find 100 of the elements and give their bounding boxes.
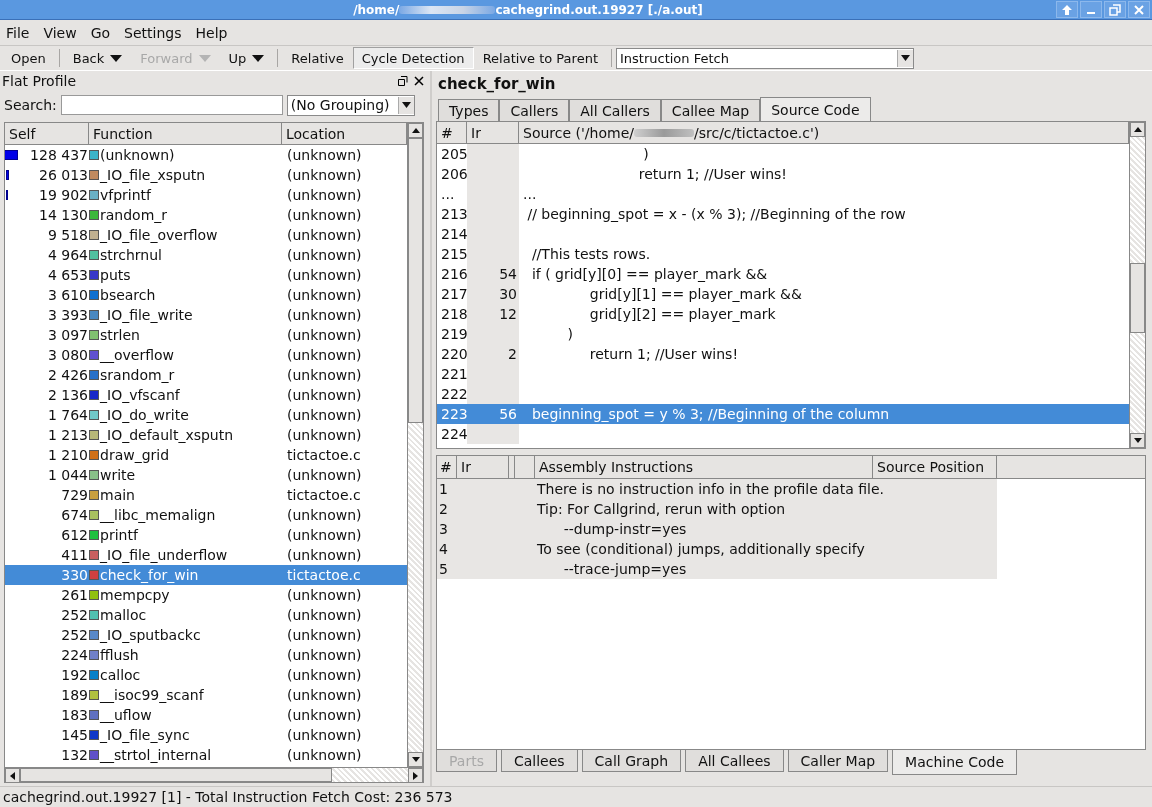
function-row[interactable]: 729 main tictactoe.c [5, 485, 407, 505]
close-button[interactable] [1128, 1, 1150, 18]
column-header[interactable]: Function [89, 123, 282, 144]
source-row[interactable]: 216 54 if ( grid[y][0] == player_mark && [437, 264, 1129, 284]
source-row[interactable]: 205 ) [437, 144, 1129, 164]
source-row[interactable]: 213 // beginning_spot = x - (x % 3); //Beginning of the row [437, 204, 1129, 224]
function-row[interactable]: 1 210 draw_grid tictactoe.c [5, 445, 407, 465]
function-row[interactable]: 3 393 _IO_file_write (unknown) [5, 305, 407, 325]
column-header[interactable]: Ir [457, 456, 509, 478]
function-row[interactable]: 3 080 __overflow (unknown) [5, 345, 407, 365]
menu-item[interactable]: Go [90, 24, 111, 41]
tab[interactable]: All Callees [685, 750, 784, 772]
grouping-combo[interactable]: (No Grouping) [286, 94, 415, 116]
cost-value: 729 [61, 487, 88, 503]
function-row[interactable]: 2 426 srandom_r (unknown) [5, 365, 407, 385]
source-row[interactable]: 214 [437, 224, 1129, 244]
column-header[interactable]: # [437, 122, 467, 143]
toolbar-toggle[interactable]: Relative to Parent [473, 47, 607, 69]
minimize-button[interactable] [1080, 1, 1102, 18]
tab[interactable]: Call Graph [581, 750, 682, 772]
toolbar-button[interactable]: Back [63, 47, 132, 69]
tab[interactable]: Callers [499, 99, 570, 121]
function-row[interactable]: 612 printf (unknown) [5, 525, 407, 545]
scroll-left-icon[interactable] [10, 771, 15, 780]
function-row[interactable]: 189 __isoc99_scanf (unknown) [5, 685, 407, 705]
function-row[interactable]: 261 mempcpy (unknown) [5, 585, 407, 605]
menu-item[interactable]: Settings [124, 24, 182, 41]
source-row[interactable]: 222 [437, 384, 1129, 404]
horizontal-scrollbar[interactable] [4, 768, 424, 783]
toolbar-toggle[interactable]: Cycle Detection [352, 47, 474, 69]
function-row[interactable]: 330 check_for_win tictactoe.c [5, 565, 407, 585]
search-field[interactable] [60, 95, 283, 115]
source-row[interactable]: 220 2 return 1; //User wins! [437, 344, 1129, 364]
function-row[interactable]: 674 __libc_memalign (unknown) [5, 505, 407, 525]
function-row[interactable]: 183 __uflow (unknown) [5, 705, 407, 725]
column-header[interactable]: Assembly Instructions [535, 456, 873, 478]
vertical-scrollbar[interactable] [1129, 122, 1145, 448]
column-header[interactable]: # [437, 456, 457, 478]
scroll-up-icon[interactable] [1133, 127, 1142, 132]
source-row[interactable]: 223 56 beginning_spot = y % 3; //Beginning of the column [437, 404, 1129, 424]
function-name: puts [100, 267, 131, 283]
vertical-scrollbar[interactable] [407, 123, 423, 767]
tab[interactable]: Types [438, 99, 500, 121]
toolbar-button[interactable]: Open [2, 47, 55, 69]
function-name: printf [100, 527, 138, 543]
function-row[interactable]: 4 653 puts (unknown) [5, 265, 407, 285]
tab[interactable]: Caller Map [787, 750, 889, 772]
function-row[interactable]: 411 _IO_file_underflow (unknown) [5, 545, 407, 565]
source-row[interactable]: 215 //This tests rows. [437, 244, 1129, 264]
function-row[interactable]: 4 964 strchrnul (unknown) [5, 245, 407, 265]
function-row[interactable]: 14 130 random_r (unknown) [5, 205, 407, 225]
menu-item[interactable]: View [43, 24, 77, 41]
function-row[interactable]: 1 044 write (unknown) [5, 465, 407, 485]
function-row[interactable]: 19 902 vfprintf (unknown) [5, 185, 407, 205]
function-row[interactable]: 224 fflush (unknown) [5, 645, 407, 665]
function-row[interactable]: 9 518 _IO_file_overflow (unknown) [5, 225, 407, 245]
function-row[interactable]: 192 calloc (unknown) [5, 665, 407, 685]
shade-button[interactable] [1056, 1, 1078, 18]
function-row[interactable]: 3 097 strlen (unknown) [5, 325, 407, 345]
function-row[interactable]: 26 013 _IO_file_xsputn (unknown) [5, 165, 407, 185]
tab[interactable]: Machine Code [892, 750, 1017, 775]
close-icon[interactable] [414, 76, 424, 86]
function-row[interactable]: 145 _IO_file_sync (unknown) [5, 725, 407, 745]
function-row[interactable]: 2 136 _IO_vfscanf (unknown) [5, 385, 407, 405]
code-line: beginning_spot = y % 3; //Beginning of the column [530, 406, 890, 422]
toolbar-toggle[interactable]: Relative [282, 47, 353, 69]
source-row[interactable]: ... ... [437, 184, 1129, 204]
toolbar-button[interactable]: Up [219, 47, 274, 69]
scroll-thumb[interactable] [1130, 263, 1145, 333]
function-row[interactable]: 1 764 _IO_do_write (unknown) [5, 405, 407, 425]
column-header[interactable]: Source Position [873, 456, 997, 478]
function-row[interactable]: 3 610 bsearch (unknown) [5, 285, 407, 305]
source-row[interactable]: 224 [437, 424, 1129, 444]
function-row[interactable]: 252 malloc (unknown) [5, 605, 407, 625]
source-row[interactable]: 218 12 grid[y][2] == player_mark [437, 304, 1129, 324]
function-row[interactable]: 132 __strtol_internal (unknown) [5, 745, 407, 765]
tab[interactable]: Callee Map [660, 99, 761, 121]
scroll-down-icon[interactable] [1133, 438, 1142, 443]
function-row[interactable]: 252 _IO_sputbackc (unknown) [5, 625, 407, 645]
column-header[interactable]: Self [5, 123, 89, 144]
source-row[interactable]: 217 30 grid[y][1] == player_mark && [437, 284, 1129, 304]
source-row[interactable]: 219 ) [437, 324, 1129, 344]
function-row[interactable]: 128 437 (unknown) (unknown) [5, 145, 407, 165]
source-row[interactable]: 221 [437, 364, 1129, 384]
menu-item[interactable]: Help [195, 24, 228, 41]
maximize-button[interactable] [1104, 1, 1126, 18]
scroll-down-icon[interactable] [411, 757, 420, 762]
tab[interactable]: Callees [500, 750, 578, 772]
scroll-up-icon[interactable] [411, 128, 420, 133]
scroll-right-icon[interactable] [413, 771, 418, 780]
event-type-combo[interactable]: Instruction Fetch [616, 47, 914, 69]
source-row[interactable]: 206 return 1; //User wins! [437, 164, 1129, 184]
scroll-thumb[interactable] [408, 138, 423, 423]
cost-value: 3 393 [47, 307, 88, 323]
tab[interactable]: All Callers [569, 99, 661, 121]
column-header[interactable]: Ir [467, 122, 519, 143]
function-row[interactable]: 1 213 _IO_default_xsputn (unknown) [5, 425, 407, 445]
tab[interactable]: Source Code [760, 97, 871, 121]
menu-item[interactable]: File [6, 24, 30, 41]
float-icon[interactable] [398, 76, 408, 86]
